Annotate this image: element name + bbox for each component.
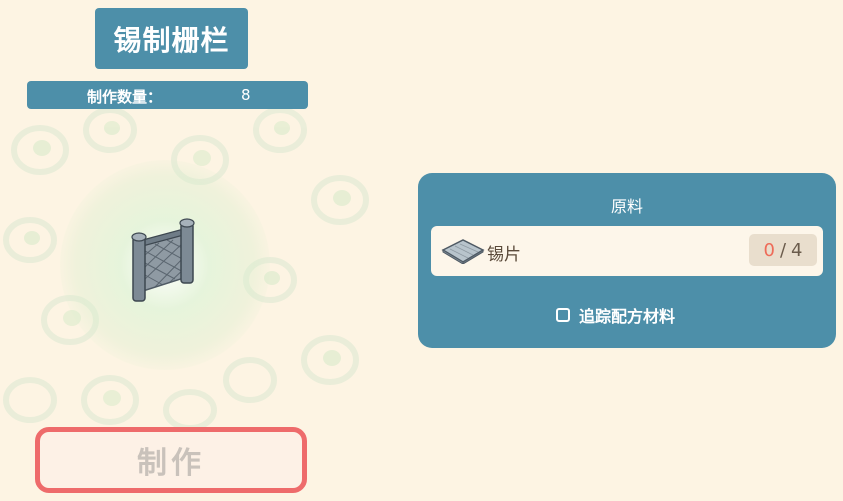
tin-fence-icon [131,218,195,302]
material-count: 0 / 4 [749,234,817,266]
track-recipe-label: 追踪配方材料 [579,307,676,326]
craft-quantity-value: 8 [241,86,251,104]
track-recipe-checkbox[interactable] [556,308,570,322]
track-recipe-toggle[interactable]: 追踪配方材料 [556,303,675,327]
materials-panel: 原料 锡片 0 / 4 追踪配方材料 [418,173,836,348]
craft-button-label: 制作 [137,446,205,481]
craft-quantity-bar: 制作数量： 8 [27,81,308,109]
material-name: 锡片 [487,245,521,265]
material-row[interactable]: 锡片 0 / 4 [431,226,823,276]
material-count-need: 4 [791,239,803,261]
tin-sheet-icon [441,239,485,264]
materials-panel-title: 原料 [610,197,643,216]
item-title: 锡制栅栏 [95,8,248,69]
material-count-separator: / [779,239,787,261]
craft-button[interactable]: 制作 [35,427,307,493]
item-title-text: 锡制栅栏 [113,23,230,57]
material-count-have: 0 [763,239,775,261]
craft-quantity-label: 制作数量： [87,88,163,106]
